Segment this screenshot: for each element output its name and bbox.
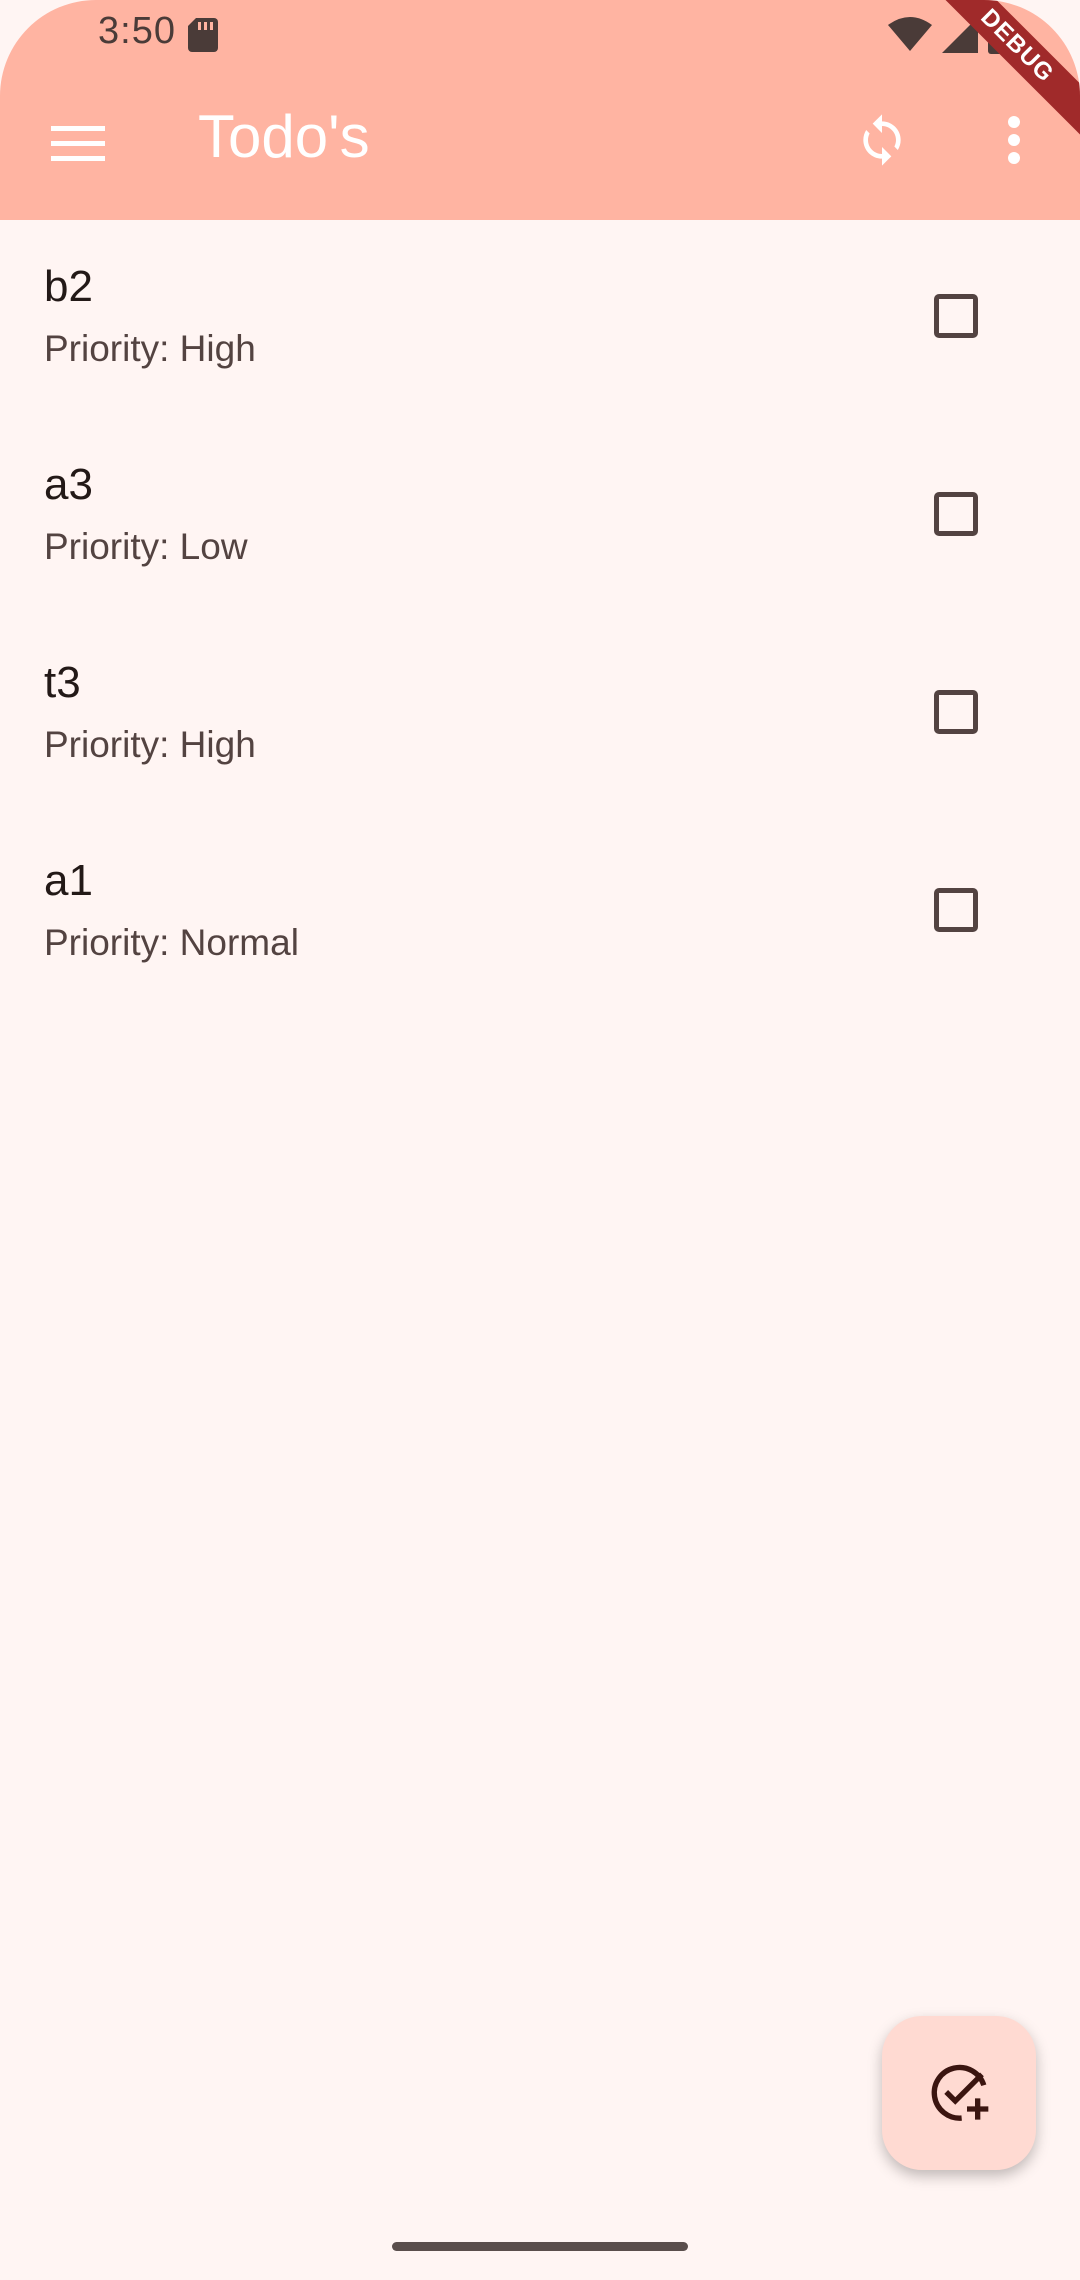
todo-title: a1	[44, 856, 93, 905]
add-task-icon	[931, 2064, 989, 2121]
home-indicator[interactable]	[392, 2242, 688, 2251]
status-time: 3:50	[98, 10, 176, 52]
todo-item[interactable]: t3 Priority: High	[0, 616, 1080, 814]
todo-title: b2	[44, 262, 93, 311]
more-options-button[interactable]	[984, 104, 1044, 176]
todo-priority: Priority: Normal	[44, 922, 299, 963]
menu-button[interactable]	[42, 114, 114, 174]
menu-icon	[51, 126, 105, 161]
todo-priority: Priority: Low	[44, 526, 248, 567]
sync-button[interactable]	[846, 104, 918, 176]
todo-title: a3	[44, 460, 93, 509]
more-vert-icon	[1008, 116, 1020, 164]
status-bar: 3:50	[0, 0, 1080, 66]
todo-item[interactable]: b2 Priority: High	[0, 220, 1080, 418]
page-title: Todo's	[198, 103, 370, 170]
todo-checkbox[interactable]	[934, 690, 978, 734]
todo-checkbox[interactable]	[934, 888, 978, 932]
screen: 3:50 Todo's DEBUG b2 Priority: High a3 P…	[0, 0, 1080, 2280]
todo-list: b2 Priority: High a3 Priority: Low t3 Pr…	[0, 220, 1080, 1012]
todo-item[interactable]: a3 Priority: Low	[0, 418, 1080, 616]
todo-priority: Priority: High	[44, 724, 256, 765]
todo-checkbox[interactable]	[934, 294, 978, 338]
sync-icon	[863, 114, 901, 166]
todo-checkbox[interactable]	[934, 492, 978, 536]
app-bar: Todo's	[0, 66, 1080, 220]
sd-card-icon	[188, 18, 218, 52]
wifi-icon	[888, 17, 932, 51]
todo-priority: Priority: High	[44, 328, 256, 369]
todo-item[interactable]: a1 Priority: Normal	[0, 814, 1080, 1012]
todo-title: t3	[44, 658, 81, 707]
add-todo-button[interactable]	[882, 2016, 1036, 2170]
